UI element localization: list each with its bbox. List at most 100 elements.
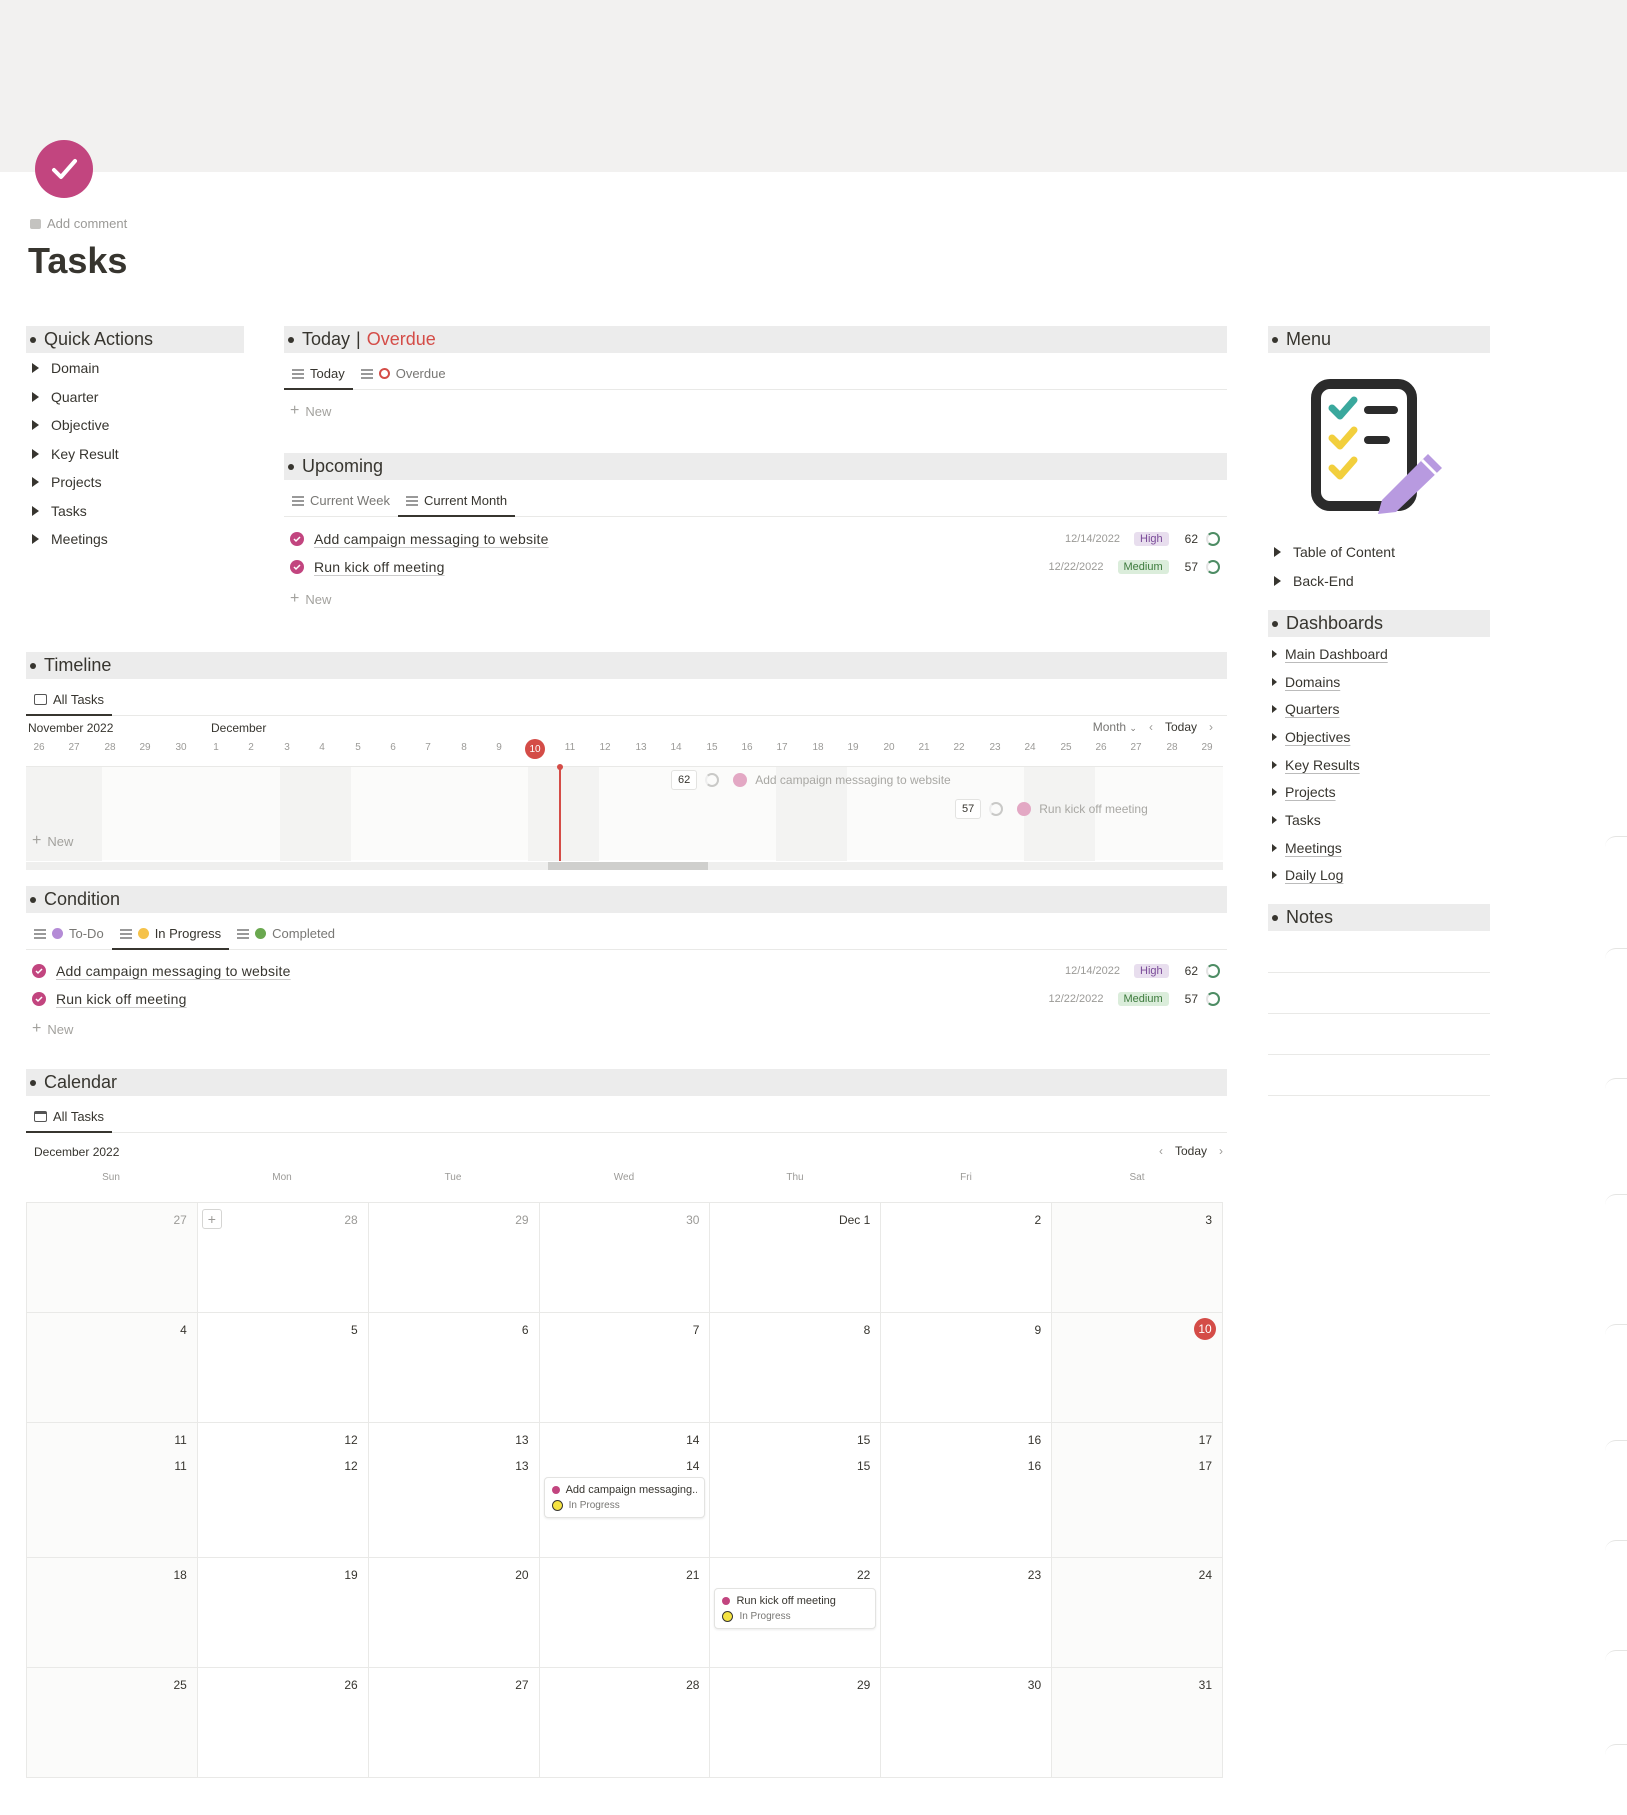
note-line[interactable] (1268, 1014, 1490, 1055)
calendar-day-cell[interactable]: 7 (539, 1313, 711, 1423)
chevron-left-icon[interactable]: ‹ (1159, 1144, 1163, 1158)
dashboards-list: Main Dashboard Domains Quarters Objectiv… (1272, 640, 1487, 889)
tab-current-month[interactable]: Current Month (397, 493, 516, 517)
tab-completed[interactable]: Completed (229, 926, 343, 949)
calendar-day-cell[interactable]: 28 (539, 1668, 711, 1778)
calendar-day-cell[interactable]: 8 (710, 1313, 882, 1423)
timeline-scrollbar[interactable] (26, 862, 1223, 870)
timeline-task-card[interactable]: 62 Add campaign messaging to website (671, 770, 951, 790)
chevron-right-icon[interactable]: › (1219, 1144, 1223, 1158)
calendar-day-cell[interactable]: 19 (197, 1558, 369, 1668)
list-icon (292, 495, 304, 506)
toggle-meetings[interactable]: Meetings (32, 525, 242, 554)
toggle-key-result[interactable]: Key Result (32, 440, 242, 469)
today-button[interactable]: Today (1165, 720, 1197, 734)
toggle-objective[interactable]: Objective (32, 411, 242, 440)
calendar-day-cell[interactable]: 29 (368, 1203, 540, 1313)
calendar-day-cell[interactable]: 31 (1052, 1668, 1224, 1778)
today-new-button[interactable]: + New (290, 402, 331, 420)
list-item[interactable]: Run kick off meeting (32, 986, 187, 1012)
calendar-day-cell[interactable]: 24 (1052, 1558, 1224, 1668)
dashboard-link-quarters[interactable]: Quarters (1272, 695, 1487, 723)
calendar-day-cell[interactable]: 3 (1052, 1203, 1224, 1313)
calendar-day-number: 13 (515, 1433, 529, 1447)
calendar-day-cell[interactable]: 10 (1052, 1313, 1224, 1423)
dashboard-link-objectives[interactable]: Objectives (1272, 723, 1487, 751)
bullet-icon (288, 336, 294, 343)
toggle-quarter[interactable]: Quarter (32, 383, 242, 412)
calendar-day-cell[interactable]: 18 (27, 1558, 198, 1668)
calendar-day-cell[interactable]: 30 (881, 1668, 1053, 1778)
calendar-day-cell[interactable]: 9 (881, 1313, 1053, 1423)
list-item[interactable]: Add campaign messaging to website (32, 958, 291, 984)
timeline-day-label: 28 (1166, 742, 1178, 753)
list-item[interactable]: Add campaign messaging to website (290, 526, 549, 552)
upcoming-new-button[interactable]: + New (290, 590, 331, 608)
timeline-new-button[interactable]: + New (32, 832, 73, 850)
calendar-day-cell[interactable]: 6 (368, 1313, 540, 1423)
calendar-day-cell[interactable]: 12 12 (197, 1423, 369, 1558)
calendar-event-card[interactable]: Add campaign messaging... In Progress (543, 1477, 706, 1518)
calendar-day-cell[interactable]: 27 (27, 1203, 198, 1313)
calendar-day-cell[interactable]: 5 (197, 1313, 369, 1423)
timeline-header: Timeline (26, 652, 1227, 679)
timeline-task-card[interactable]: 57 Run kick off meeting (955, 799, 1148, 819)
chevron-right-icon[interactable]: › (1209, 720, 1213, 734)
dashboard-link-daily-log[interactable]: Daily Log (1272, 862, 1487, 890)
tab-overdue[interactable]: Overdue (353, 366, 454, 389)
note-line[interactable] (1268, 1055, 1490, 1096)
calendar-day-cell[interactable]: 14 14 Add campaign messaging... In Progress (539, 1423, 711, 1558)
tab-current-week[interactable]: Current Week (284, 493, 398, 516)
calendar-day-cell[interactable]: 15 15 (710, 1423, 882, 1558)
today-button[interactable]: Today (1175, 1144, 1207, 1158)
toggle-table-of-content[interactable]: Table of Content (1274, 538, 1489, 567)
toggle-back-end[interactable]: Back-End (1274, 567, 1489, 596)
tab-all-tasks[interactable]: All Tasks (26, 1109, 113, 1133)
condition-new-button[interactable]: + New (32, 1020, 73, 1038)
calendar-day-cell[interactable]: 27 (368, 1668, 540, 1778)
view-select[interactable]: Month ⌄ (1093, 720, 1137, 734)
calendar-day-cell[interactable]: 13 13 (368, 1423, 540, 1558)
calendar-day-cell[interactable]: 4 (27, 1313, 198, 1423)
calendar-day-cell[interactable]: 23 (881, 1558, 1053, 1668)
add-event-plus-icon[interactable]: + (201, 1209, 222, 1229)
timeline-day-label: 24 (1024, 742, 1036, 753)
calendar-day-cell[interactable]: 20 (368, 1558, 540, 1668)
dashboard-link-tasks[interactable]: Tasks (1272, 806, 1487, 834)
list-item[interactable]: Run kick off meeting (290, 554, 445, 580)
scrollbar-thumb[interactable] (548, 862, 708, 870)
dashboard-link-projects[interactable]: Projects (1272, 778, 1487, 806)
calendar-day-cell[interactable]: 17 17 (1052, 1423, 1224, 1558)
bullet-icon (30, 1079, 36, 1086)
calendar-day-cell[interactable]: 11 11 (27, 1423, 198, 1558)
dashboard-link-main[interactable]: Main Dashboard (1272, 640, 1487, 668)
calendar-day-cell[interactable]: 30 (539, 1203, 711, 1313)
note-line[interactable] (1268, 932, 1490, 973)
tab-today[interactable]: Today (284, 366, 353, 390)
timeline-day-label: 19 (847, 742, 859, 753)
dashboard-link-meetings[interactable]: Meetings (1272, 834, 1487, 862)
calendar-day-cell[interactable]: 29 (710, 1668, 882, 1778)
tab-in-progress[interactable]: In Progress (111, 926, 230, 950)
calendar-day-cell[interactable]: Dec 1 (710, 1203, 882, 1313)
toggle-tasks[interactable]: Tasks (32, 497, 242, 526)
note-line[interactable] (1268, 973, 1490, 1014)
calendar-day-cell[interactable]: 26 (197, 1668, 369, 1778)
toggle-projects[interactable]: Projects (32, 468, 242, 497)
dashboard-link-domains[interactable]: Domains (1272, 668, 1487, 696)
calendar-day-cell[interactable]: 28 + (197, 1203, 369, 1313)
calendar-day-cell[interactable]: 22 Run kick off meeting In Progress (710, 1558, 882, 1668)
calendar-event-card[interactable]: Run kick off meeting In Progress (714, 1588, 877, 1629)
add-comment-button[interactable]: Add comment (30, 216, 127, 231)
edge-decoration (1605, 1540, 1627, 1562)
calendar-day-cell[interactable]: 16 16 (881, 1423, 1053, 1558)
calendar-day-cell[interactable]: 21 (539, 1558, 711, 1668)
check-circle-icon (722, 1597, 731, 1605)
calendar-day-cell[interactable]: 2 (881, 1203, 1053, 1313)
chevron-left-icon[interactable]: ‹ (1149, 720, 1153, 734)
tab-to-do[interactable]: To-Do (26, 926, 112, 949)
dashboard-link-key-results[interactable]: Key Results (1272, 751, 1487, 779)
calendar-day-cell[interactable]: 25 (27, 1668, 198, 1778)
checkmark-icon[interactable] (35, 140, 93, 198)
toggle-domain[interactable]: Domain (32, 354, 242, 383)
